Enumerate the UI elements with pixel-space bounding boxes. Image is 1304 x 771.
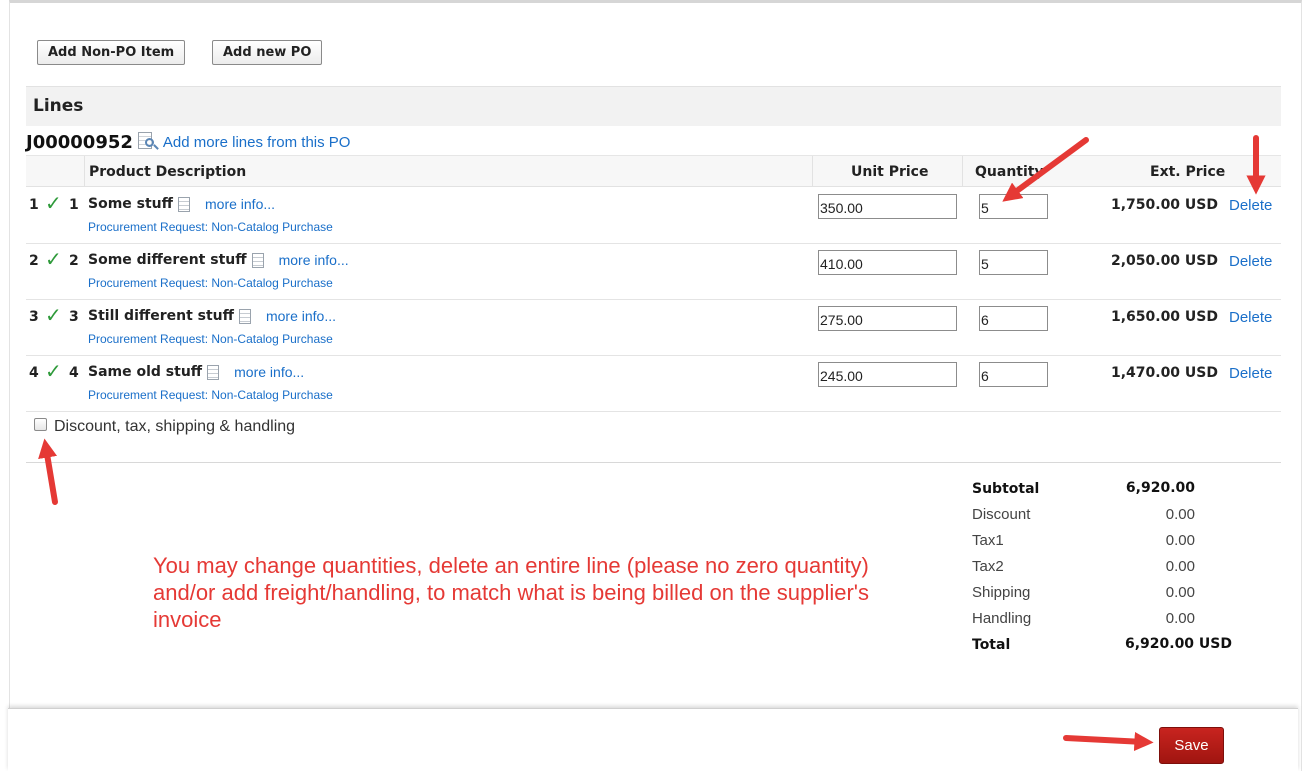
discount-label: Discount [972, 506, 1031, 523]
more-info-link[interactable]: more info... [205, 196, 275, 212]
po-number: J00000952 [26, 131, 133, 153]
unit-price-input[interactable] [818, 250, 957, 275]
table-header: Product Description Unit Price Quantity … [26, 155, 1281, 187]
quantity-input[interactable] [979, 194, 1048, 219]
save-button[interactable]: Save [1159, 727, 1224, 764]
line-number: 4 [29, 365, 39, 381]
total-label: Total [972, 637, 1011, 653]
checkmark-icon: ✓ [45, 249, 62, 271]
unit-price-input[interactable] [818, 362, 957, 387]
shipping-row: Shipping 0.00 [972, 582, 1272, 608]
document-icon[interactable] [178, 196, 190, 212]
checkmark-icon: ✓ [45, 361, 62, 383]
po-line-number: 4 [69, 365, 79, 381]
discount-tax-shipping-label: Discount, tax, shipping & handling [54, 418, 296, 435]
footer-bar [8, 708, 1298, 771]
delete-link[interactable]: Delete [1229, 253, 1272, 270]
header-unit-price: Unit Price [851, 164, 929, 180]
delete-link[interactable]: Delete [1229, 365, 1272, 382]
checkmark-icon: ✓ [45, 193, 62, 215]
checkmark-icon: ✓ [45, 305, 62, 327]
table-row: 2 ✓ 2 Some different stuff more info... … [26, 244, 1281, 300]
table-row: 4 ✓ 4 Same old stuff more info... Procur… [26, 356, 1281, 412]
header-quantity: Quantity [975, 164, 1044, 180]
ext-price: 1,470.00 USD [1110, 365, 1218, 381]
handling-row: Handling 0.00 [972, 608, 1272, 634]
discount-tax-shipping-row: Discount, tax, shipping & handling [34, 417, 296, 436]
section-title: Lines [33, 96, 84, 116]
instruction-annotation: You may change quantities, delete an ent… [153, 553, 869, 632]
ext-price: 1,650.00 USD [1110, 309, 1218, 325]
document-icon[interactable] [238, 308, 251, 324]
tax1-label: Tax1 [972, 532, 1004, 549]
procurement-request-link[interactable]: Procurement Request: Non-Catalog Purchas… [88, 388, 333, 402]
table-row: 1 ✓ 1 Some stuff more info... Procuremen… [26, 188, 1281, 244]
document-icon[interactable] [207, 364, 220, 380]
shipping-value: 0.00 [1165, 584, 1195, 601]
line-number: 3 [29, 309, 39, 325]
procurement-request-link[interactable]: Procurement Request: Non-Catalog Purchas… [88, 276, 333, 290]
product-description: Some different stuff [88, 252, 247, 268]
tax2-row: Tax2 0.00 [972, 556, 1272, 582]
discount-tax-shipping-checkbox[interactable] [34, 417, 47, 431]
more-info-link[interactable]: more info... [234, 364, 304, 380]
table-row: 3 ✓ 3 Still different stuff more info...… [26, 300, 1281, 356]
unit-price-input[interactable] [818, 194, 957, 219]
add-more-lines-link[interactable]: Add more lines from this PO [163, 134, 351, 151]
product-description: Same old stuff [88, 364, 203, 380]
po-header: J00000952 Add more lines from this PO [26, 129, 350, 155]
subtotal-label: Subtotal [972, 481, 1040, 497]
line-number: 2 [29, 253, 39, 269]
divider [26, 462, 1281, 463]
quantity-input[interactable] [979, 306, 1048, 331]
po-line-number: 2 [69, 253, 79, 269]
discount-value: 0.00 [1165, 506, 1195, 523]
lines-section-header: Lines [26, 86, 1281, 126]
tax2-value: 0.00 [1165, 558, 1195, 575]
quantity-input[interactable] [979, 362, 1048, 387]
unit-price-input[interactable] [818, 306, 957, 331]
handling-value: 0.00 [1165, 610, 1195, 627]
header-ext-price: Ext. Price [1150, 164, 1226, 180]
product-description: Still different stuff [88, 308, 234, 324]
document-icon[interactable] [251, 252, 264, 268]
header-product-description: Product Description [89, 164, 247, 180]
shipping-label: Shipping [972, 584, 1031, 601]
procurement-request-link[interactable]: Procurement Request: Non-Catalog Purchas… [88, 220, 333, 234]
tax1-value: 0.00 [1165, 532, 1195, 549]
tax2-label: Tax2 [972, 558, 1004, 575]
ext-price: 2,050.00 USD [1110, 253, 1218, 269]
totals-summary: Subtotal 6,920.00 Discount 0.00 Tax1 0.0… [972, 478, 1272, 660]
ext-price: 1,750.00 USD [1110, 197, 1218, 213]
document-search-icon[interactable] [137, 132, 160, 152]
po-line-number: 3 [69, 309, 79, 325]
subtotal-value: 6,920.00 [1125, 480, 1195, 496]
add-new-po-button[interactable]: Add new PO [212, 40, 323, 65]
line-number: 1 [29, 197, 39, 213]
total-value: 6,920.00 USD [1124, 636, 1232, 652]
more-info-link[interactable]: more info... [266, 308, 336, 324]
delete-link[interactable]: Delete [1229, 197, 1272, 214]
procurement-request-link[interactable]: Procurement Request: Non-Catalog Purchas… [88, 332, 333, 346]
add-non-po-item-button[interactable]: Add Non-PO Item [37, 40, 186, 65]
more-info-link[interactable]: more info... [279, 252, 349, 268]
tax1-row: Tax1 0.00 [972, 530, 1272, 556]
po-line-number: 1 [69, 197, 79, 213]
delete-link[interactable]: Delete [1229, 309, 1272, 326]
discount-row: Discount 0.00 [972, 504, 1272, 530]
product-description: Some stuff [88, 196, 173, 212]
subtotal-row: Subtotal 6,920.00 [972, 478, 1272, 504]
quantity-input[interactable] [979, 250, 1048, 275]
total-row: Total 6,920.00 USD [972, 634, 1272, 660]
handling-label: Handling [972, 610, 1032, 627]
